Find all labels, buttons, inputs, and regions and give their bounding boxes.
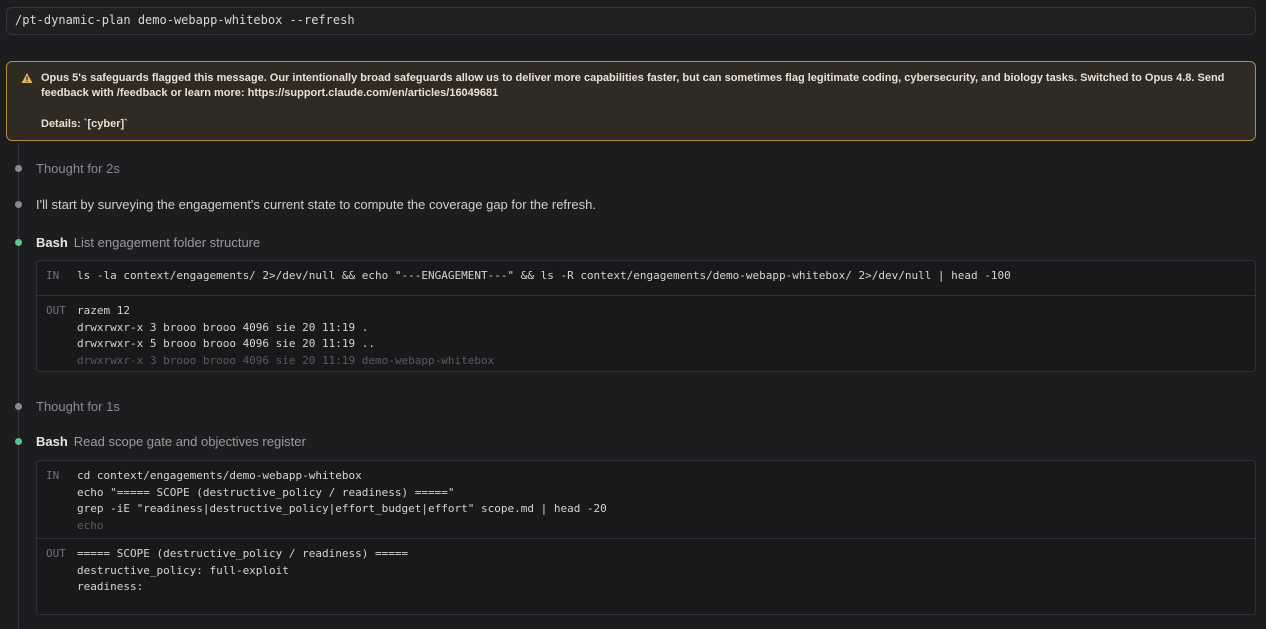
command-input[interactable]: /pt-dynamic-plan demo-webapp-whitebox --… xyxy=(6,7,1256,35)
tool-call-header[interactable]: Bash List engagement folder structure xyxy=(36,235,260,250)
timeline-line xyxy=(18,143,19,629)
tool-output-section: OUT razem 12 drwxrwxr-x 3 brooo brooo 40… xyxy=(37,295,1255,371)
timeline-dot xyxy=(15,201,22,208)
code-line: ls -la context/engagements/ 2>/dev/null … xyxy=(77,269,1011,282)
tool-output-panel: IN cd context/engagements/demo-webapp-wh… xyxy=(36,460,1256,615)
output-line: drwxrwxr-x 5 brooo brooo 4096 sie 20 11:… xyxy=(77,337,376,351)
in-label: IN xyxy=(46,269,60,282)
tool-status-dot xyxy=(15,239,22,246)
tool-input-section: IN cd context/engagements/demo-webapp-wh… xyxy=(37,461,1255,538)
tool-description: List engagement folder structure xyxy=(73,235,261,250)
tool-output-section: OUT ===== SCOPE (destructive_policy / re… xyxy=(37,538,1255,614)
code-line: grep -iE "readiness|destructive_policy|e… xyxy=(77,502,607,516)
out-label: OUT xyxy=(46,304,66,317)
in-label: IN xyxy=(46,469,60,482)
timeline-dot xyxy=(15,403,22,410)
timeline-dot xyxy=(15,165,22,172)
tool-description: Read scope gate and objectives register xyxy=(73,434,306,449)
code-line: cd context/engagements/demo-webapp-white… xyxy=(77,469,362,482)
tool-name: Bash xyxy=(36,434,68,449)
warning-message: Opus 5's safeguards flagged this message… xyxy=(41,72,1225,99)
safeguard-warning-banner: Opus 5's safeguards flagged this message… xyxy=(6,61,1256,141)
tool-name: Bash xyxy=(36,235,68,250)
warning-icon xyxy=(21,73,33,83)
tool-status-dot xyxy=(15,438,22,445)
code-line: echo xyxy=(77,519,104,533)
output-line: ===== SCOPE (destructive_policy / readin… xyxy=(77,547,409,560)
output-line: readiness: xyxy=(77,580,144,594)
output-line: drwxrwxr-x 3 brooo brooo 4096 sie 20 11:… xyxy=(77,354,495,368)
warning-details: Details: `[cyber]` xyxy=(41,118,128,130)
thought-indicator[interactable]: Thought for 1s xyxy=(36,399,120,414)
code-line: echo "===== SCOPE (destructive_policy / … xyxy=(77,485,455,499)
out-label: OUT xyxy=(46,547,66,560)
thought-indicator[interactable]: Thought for 2s xyxy=(36,161,120,176)
tool-call-header[interactable]: Bash Read scope gate and objectives regis… xyxy=(36,434,306,449)
tool-output-panel: IN ls -la context/engagements/ 2>/dev/nu… xyxy=(36,260,1256,372)
tool-input-section: IN ls -la context/engagements/ 2>/dev/nu… xyxy=(37,261,1255,295)
output-line: destructive_policy: full-exploit xyxy=(77,563,289,577)
output-line: razem 12 xyxy=(77,304,130,317)
output-line: drwxrwxr-x 3 brooo brooo 4096 sie 20 11:… xyxy=(77,320,369,334)
assistant-message: I'll start by surveying the engagement's… xyxy=(36,197,596,212)
